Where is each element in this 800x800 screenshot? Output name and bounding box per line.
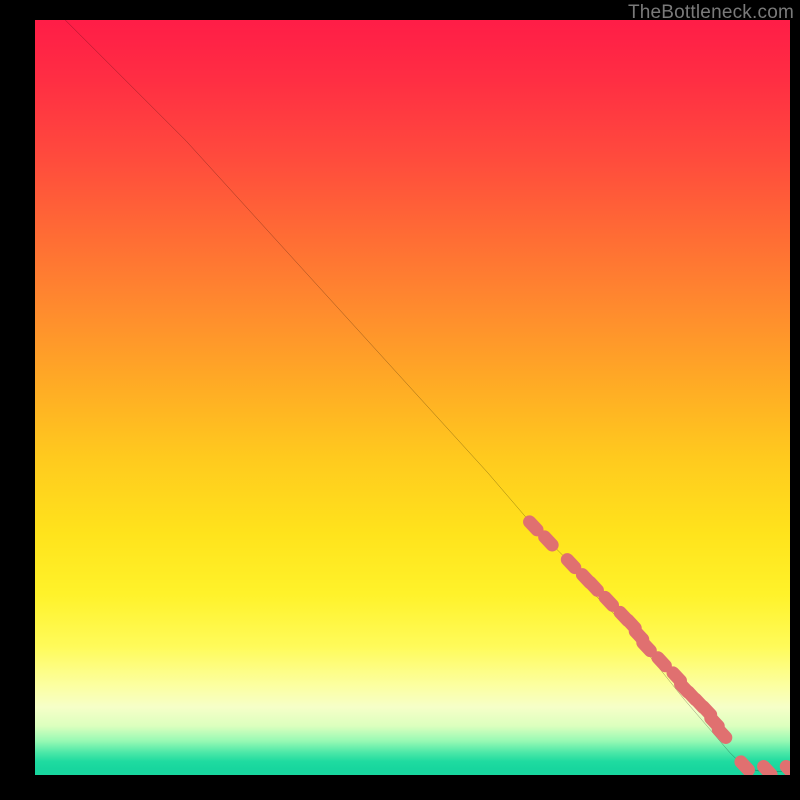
data-point [741,762,749,770]
data-point [567,560,575,568]
data-point [530,522,538,530]
scatter-layer [35,20,790,775]
data-point [764,766,772,774]
data-point [658,658,666,666]
plot-area [35,20,790,775]
data-point [643,643,651,651]
data-point [590,582,598,590]
data-point [545,537,553,545]
watermark-text: TheBottleneck.com [628,2,794,24]
data-point [718,729,726,737]
data-point [786,766,790,774]
data-point [605,597,613,605]
chart-stage: TheBottleneck.com [0,0,800,800]
